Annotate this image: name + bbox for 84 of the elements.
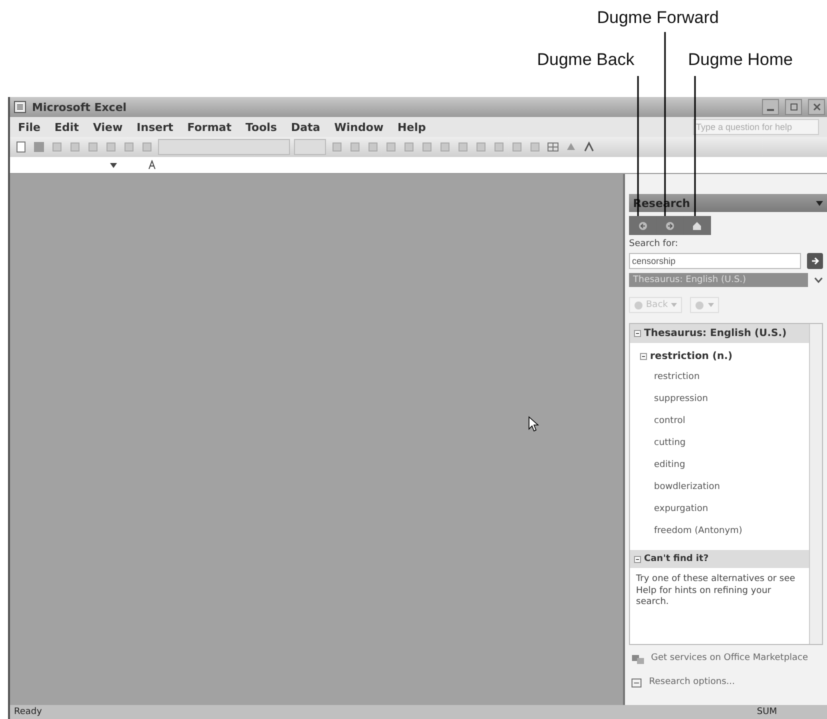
- section-heading: Can't find it?: [644, 554, 709, 564]
- borders-icon[interactable]: [546, 141, 560, 153]
- toolbar-icon[interactable]: [456, 141, 470, 153]
- services-icon: [631, 653, 645, 665]
- callout-label: Dugme Back: [537, 50, 634, 70]
- toolbar-icon[interactable]: [104, 141, 118, 153]
- toolbar-icon[interactable]: [438, 141, 452, 153]
- search-label: Search for:: [629, 239, 680, 249]
- status-text: Ready: [14, 707, 42, 717]
- menu-item[interactable]: Edit: [54, 120, 79, 134]
- scrollbar[interactable]: [809, 324, 822, 644]
- heading-text: Thesaurus: English (U.S.): [644, 328, 787, 339]
- toolbar-icon[interactable]: [86, 141, 100, 153]
- toolbar-icon[interactable]: [366, 141, 380, 153]
- menu-item[interactable]: Help: [398, 120, 426, 134]
- circle-icon: [634, 300, 643, 310]
- search-field[interactable]: censorship: [629, 253, 801, 269]
- menu-item[interactable]: Tools: [245, 120, 277, 134]
- fill-color-icon[interactable]: [564, 141, 578, 153]
- sum-indicator: SUM: [756, 707, 778, 717]
- forward-arrow-icon: [665, 220, 675, 230]
- collapse-icon[interactable]: [640, 353, 647, 360]
- menu-item[interactable]: View: [92, 120, 123, 134]
- callout-label: Dugme Forward: [597, 8, 719, 28]
- collapse-icon[interactable]: [634, 556, 641, 562]
- results-heading[interactable]: Thesaurus: English (U.S.): [630, 324, 809, 343]
- back-arrow-icon: [638, 220, 648, 230]
- entry-heading: restriction (n.): [650, 351, 732, 362]
- close-icon: [812, 103, 820, 111]
- toolbar-icon[interactable]: [528, 141, 542, 153]
- help-text: Try one of these alternatives or see Help for hints on refining your search.: [635, 573, 796, 610]
- toolbar-icon[interactable]: [330, 141, 344, 153]
- font-color-icon[interactable]: [582, 141, 596, 153]
- task-pane-link[interactable]: Research options...: [629, 673, 827, 693]
- collapse-icon[interactable]: [634, 330, 641, 337]
- synonym-link[interactable]: expurgation: [630, 498, 809, 520]
- maximize-icon: [790, 103, 798, 111]
- new-document-icon[interactable]: [14, 141, 28, 153]
- font-size-dropdown[interactable]: [294, 139, 326, 155]
- circle-icon: [694, 300, 704, 310]
- synonym-link[interactable]: editing: [630, 454, 809, 476]
- minimize-button[interactable]: [762, 99, 779, 115]
- save-icon[interactable]: [32, 141, 46, 153]
- font-dropdown[interactable]: [158, 139, 290, 155]
- synonym-link[interactable]: cutting: [630, 432, 809, 454]
- synonym-link[interactable]: suppression: [630, 388, 809, 410]
- toolbar-icon[interactable]: [420, 141, 434, 153]
- home-icon: [692, 220, 702, 230]
- restore-button[interactable]: [785, 99, 802, 115]
- callout-label: Dugme Home: [688, 50, 793, 70]
- menu-item[interactable]: Insert: [136, 120, 174, 134]
- caret-icon[interactable]: [816, 200, 823, 206]
- caret-icon: [670, 303, 677, 307]
- toolbar-icon[interactable]: [510, 141, 524, 153]
- toolbar-icon[interactable]: [402, 141, 416, 153]
- menu-item[interactable]: Data: [290, 120, 320, 134]
- function-icon[interactable]: [147, 160, 157, 170]
- menu-item[interactable]: Format: [187, 120, 232, 134]
- app-icon: [14, 101, 26, 113]
- toolbar-icon[interactable]: [348, 141, 362, 153]
- close-button[interactable]: [808, 99, 825, 115]
- options-icon: [631, 677, 643, 689]
- help-search-field[interactable]: Type a question for help: [693, 119, 819, 135]
- window-title: Microsoft Excel: [32, 100, 128, 114]
- start-search-button[interactable]: [807, 253, 823, 269]
- toolbar-icon[interactable]: [474, 141, 488, 153]
- toolbar-icon[interactable]: [50, 141, 64, 153]
- toolbar-icon[interactable]: [384, 141, 398, 153]
- synonym-link[interactable]: bowdlerization: [630, 476, 809, 498]
- results-forward-button[interactable]: [690, 297, 719, 313]
- toolbar-icon[interactable]: [68, 141, 82, 153]
- menu-item[interactable]: Window: [334, 120, 384, 134]
- synonym-link[interactable]: freedom (Antonym): [630, 520, 809, 542]
- toolbar-icon[interactable]: [492, 141, 506, 153]
- caret-icon[interactable]: [814, 276, 823, 284]
- caret-icon[interactable]: [110, 162, 117, 168]
- mouse-pointer-icon: [528, 416, 540, 432]
- synonym-link[interactable]: control: [630, 410, 809, 432]
- menu-item[interactable]: File: [18, 120, 41, 134]
- synonym-link[interactable]: restriction: [630, 366, 809, 388]
- arrow-icon: [810, 256, 820, 266]
- task-pane-link[interactable]: Get services on Office Marketplace: [629, 649, 827, 669]
- toolbar-icon[interactable]: [140, 141, 154, 153]
- toolbar-icon[interactable]: [122, 141, 136, 153]
